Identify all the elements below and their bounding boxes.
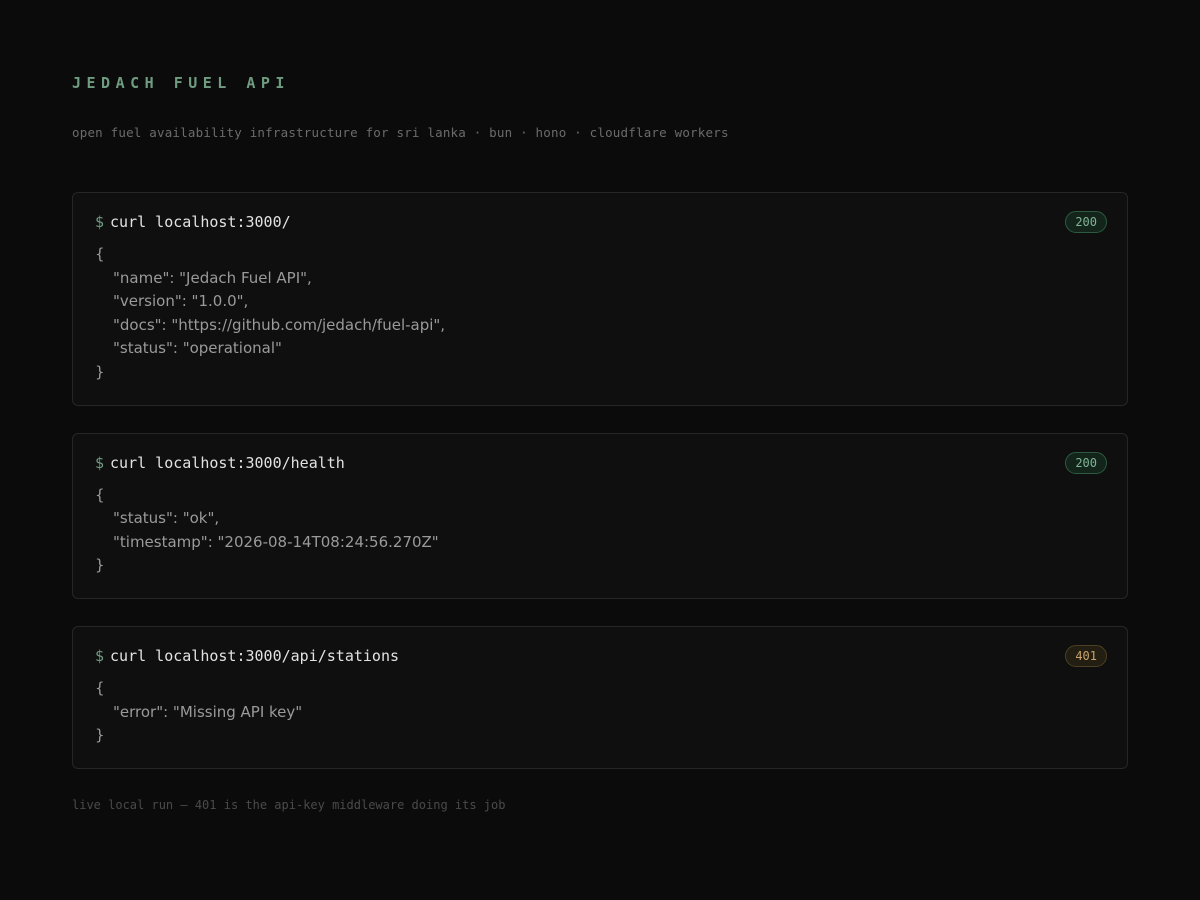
page: JEDACH FUEL API open fuel availability i…	[0, 0, 1200, 900]
json-open-brace: {	[95, 485, 105, 504]
command-text[interactable]: curl localhost:3000/health	[110, 454, 345, 472]
json-line: "version": "1.0.0",	[113, 292, 249, 311]
footer-note: live local run — 401 is the api-key midd…	[72, 797, 506, 812]
json-line: "docs": "https://github.com/jedach/fuel-…	[113, 315, 446, 334]
json-open-brace: {	[95, 678, 105, 697]
response-card-root: $ curl localhost:3000/ 200 { "name": "Jed…	[72, 192, 1128, 406]
prompt-symbol: $	[95, 646, 105, 665]
json-line: "name": "Jedach Fuel API",	[113, 268, 312, 287]
json-open-brace: {	[95, 245, 105, 263]
page-title: JEDACH FUEL API	[72, 74, 290, 92]
json-line: "timestamp": "2026-08-14T08:24:56.270Z"	[113, 532, 439, 551]
json-close-brace: }	[95, 726, 105, 745]
response-card-stations: $ curl localhost:3000/api/stations 401 { …	[72, 625, 1128, 769]
prompt-symbol: $	[95, 453, 105, 472]
json-line: "status": "operational"	[113, 339, 282, 358]
json-response: { "error": "Missing API key" }	[95, 677, 1105, 748]
response-card-health: $ curl localhost:3000/health 200 { "statu…	[72, 432, 1128, 599]
json-close-brace: }	[95, 362, 105, 381]
page-subtitle: open fuel availability infrastructure fo…	[72, 125, 729, 140]
command-text[interactable]: curl localhost:3000/api/stations	[110, 647, 399, 665]
command-line: $ curl localhost:3000/health	[95, 452, 1105, 474]
json-response: { "status": "ok", "timestamp": "2026-08-…	[95, 484, 1105, 578]
status-badge: 200	[1065, 211, 1107, 233]
json-response: { "name": "Jedach Fuel API", "version": …	[95, 243, 1105, 385]
command-text[interactable]: curl localhost:3000/	[110, 213, 291, 231]
json-line: "status": "ok",	[113, 509, 220, 528]
json-close-brace: }	[95, 556, 105, 575]
prompt-symbol: $	[95, 213, 105, 231]
status-badge: 200	[1065, 451, 1107, 474]
command-line: $ curl localhost:3000/	[95, 211, 1105, 233]
status-badge: 401	[1065, 644, 1107, 667]
command-line: $ curl localhost:3000/api/stations	[95, 645, 1105, 667]
json-line: "error": "Missing API key"	[113, 702, 303, 721]
response-card-list: $ curl localhost:3000/ 200 { "name": "Jed…	[72, 192, 1128, 769]
